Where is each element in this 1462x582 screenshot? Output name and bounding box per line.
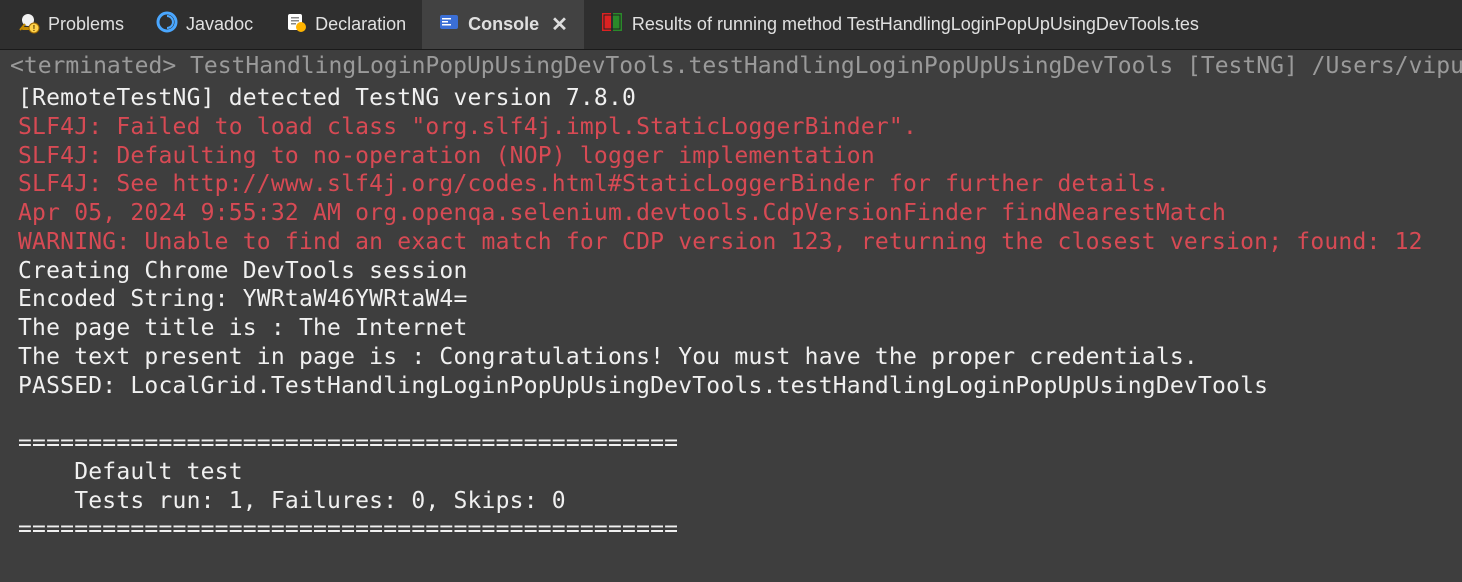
console-line: The text present in page is : Congratula… <box>18 344 1198 370</box>
tab-problems[interactable]: ! Problems <box>0 0 140 49</box>
tab-problems-label: Problems <box>48 14 124 35</box>
tab-javadoc[interactable]: Javadoc <box>140 0 269 49</box>
console-line: PASSED: LocalGrid.TestHandlingLoginPopUp… <box>18 373 1268 399</box>
console-icon <box>438 11 460 38</box>
console-line: Default test <box>18 459 243 485</box>
console-line: Tests run: 1, Failures: 0, Skips: 0 <box>18 488 566 514</box>
console-line: Apr 05, 2024 9:55:32 AM org.openqa.selen… <box>18 200 1226 226</box>
close-icon[interactable]: ✕ <box>551 12 568 37</box>
problems-icon: ! <box>16 10 40 39</box>
tab-results-label: Results of running method TestHandlingLo… <box>632 14 1199 35</box>
console-line: Creating Chrome DevTools session <box>18 258 468 284</box>
view-tab-bar: ! Problems Javadoc Declaration <box>0 0 1462 50</box>
console-line: SLF4J: Failed to load class "org.slf4j.i… <box>18 114 917 140</box>
console-line: The page title is : The Internet <box>18 315 468 341</box>
console-line: [RemoteTestNG] detected TestNG version 7… <box>18 85 636 111</box>
console-line: SLF4J: Defaulting to no-operation (NOP) … <box>18 143 875 169</box>
console-line: ========================================… <box>18 430 678 456</box>
tab-declaration-label: Declaration <box>315 14 406 35</box>
tab-javadoc-label: Javadoc <box>186 14 253 35</box>
tab-results[interactable]: Results of running method TestHandlingLo… <box>584 0 1462 49</box>
console-output[interactable]: [RemoteTestNG] detected TestNG version 7… <box>0 82 1462 544</box>
javadoc-icon <box>156 11 178 38</box>
junit-icon <box>600 11 624 38</box>
console-line: WARNING: Unable to find an exact match f… <box>18 229 1423 255</box>
console-line: Encoded String: YWRtaW46YWRtaW4= <box>18 286 468 312</box>
console-launch-status: <terminated> TestHandlingLoginPopUpUsing… <box>0 50 1462 82</box>
console-line: ========================================… <box>18 516 678 542</box>
console-line: SLF4J: See http://www.slf4j.org/codes.ht… <box>18 171 1170 197</box>
tab-declaration[interactable]: Declaration <box>269 0 422 49</box>
declaration-icon <box>285 11 307 38</box>
tab-console-label: Console <box>468 14 539 35</box>
svg-text:!: ! <box>33 24 36 33</box>
tab-console[interactable]: Console ✕ <box>422 0 584 49</box>
